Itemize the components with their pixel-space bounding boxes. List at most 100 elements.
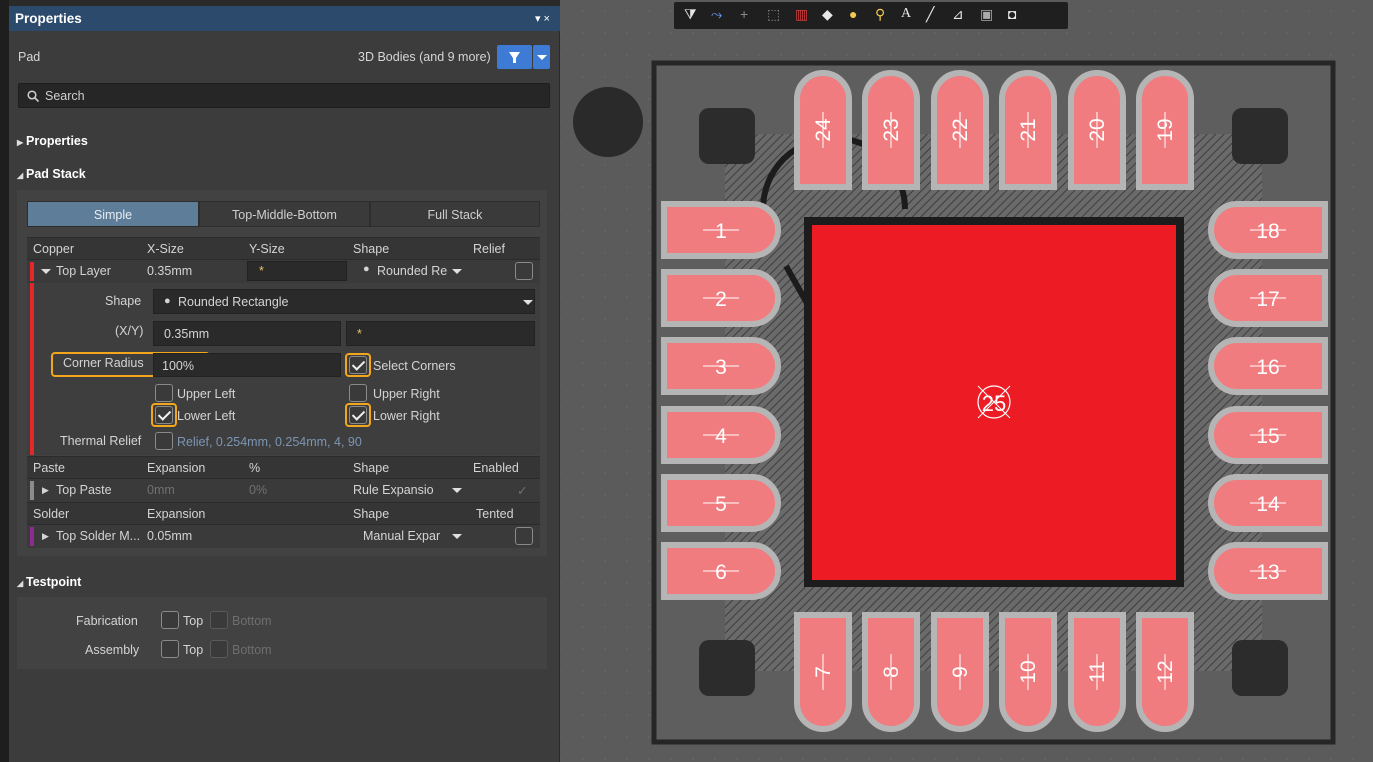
- line-icon[interactable]: ╱: [926, 6, 934, 23]
- eraser-icon[interactable]: ◆: [822, 6, 833, 23]
- filter-button[interactable]: [497, 45, 532, 69]
- upper-left-checkbox[interactable]: [155, 384, 173, 402]
- chevron-down-icon[interactable]: [452, 488, 462, 493]
- top-solder-row[interactable]: ▶ Top Solder M... 0.05mm Manual Expar: [27, 525, 540, 548]
- chevron-down-icon[interactable]: [452, 534, 462, 539]
- pcb-footprint-view[interactable]: 25 24 23 22 21 20 197 8 9 10 11 121234561817161514…: [561, 0, 1373, 762]
- tented-checkbox[interactable]: [515, 527, 533, 545]
- lower-right-checkbox[interactable]: [349, 406, 367, 424]
- via-icon[interactable]: ⚲: [875, 6, 885, 23]
- pad-14-label: 14: [1256, 493, 1280, 516]
- solder-color-swatch: [30, 527, 34, 546]
- chevron-down-icon[interactable]: [452, 269, 462, 274]
- search-icon: [27, 90, 39, 102]
- section-properties[interactable]: ▶ Properties: [17, 134, 88, 148]
- top-paste-percent: 0%: [249, 483, 268, 497]
- fabrication-bottom-checkbox[interactable]: [210, 611, 228, 629]
- thermal-relief-value[interactable]: Relief, 0.254mm, 0.254mm, 4, 90: [177, 435, 362, 449]
- top-layer-x-size[interactable]: 0.35mm: [147, 264, 192, 278]
- mode-full-stack[interactable]: Full Stack: [370, 201, 540, 227]
- mode-simple[interactable]: Simple: [27, 201, 199, 227]
- relief-checkbox[interactable]: [515, 262, 533, 280]
- top-layer-row[interactable]: Top Layer 0.35mm * ● Rounded Re: [27, 260, 540, 283]
- text-icon[interactable]: A: [901, 6, 911, 22]
- section-testpoint[interactable]: ◢ Testpoint: [17, 575, 81, 589]
- lower-left-label: Lower Left: [177, 409, 236, 423]
- corner-mark: [1232, 108, 1288, 164]
- pad-20-label: 20: [1086, 118, 1109, 141]
- pad-11-label: 11: [1086, 661, 1109, 683]
- pin1-marker: [573, 87, 643, 157]
- mode-top-middle-bottom[interactable]: Top-Middle-Bottom: [199, 201, 370, 227]
- corner-mark: [699, 108, 755, 164]
- cross-icon[interactable]: +: [740, 6, 748, 22]
- copper-table-header: Copper X-Size Y-Size Shape Relief: [27, 237, 540, 260]
- assembly-bottom-checkbox[interactable]: [210, 640, 228, 658]
- top-paste-shape[interactable]: Rule Expansio: [353, 483, 434, 497]
- center-pad-number: 25: [982, 391, 1006, 416]
- shape-select-value: Rounded Rectangle: [178, 295, 289, 309]
- filter-icon[interactable]: ⧩: [684, 6, 697, 23]
- pad-9-label: 9: [949, 666, 972, 678]
- pad-10-label: 10: [1017, 660, 1040, 683]
- select-rect-icon[interactable]: ⬚: [767, 6, 780, 23]
- pad-15-label: 15: [1256, 425, 1279, 448]
- expand-arrow-icon[interactable]: [41, 269, 51, 274]
- y-size-field[interactable]: *: [346, 321, 535, 346]
- fabrication-bottom-label: Bottom: [232, 614, 272, 628]
- fabrication-top-label: Top: [183, 614, 204, 628]
- region-icon[interactable]: ◘: [1008, 6, 1016, 22]
- x-size-field[interactable]: 0.35mm: [153, 321, 341, 346]
- chevron-down-icon: [523, 300, 533, 305]
- col-relief: Relief: [473, 242, 505, 256]
- top-layer-shape[interactable]: Rounded Re: [377, 264, 447, 278]
- pcb-canvas[interactable]: 25 24 23 22 21 20 19 7 8 9 10 11 12 1 2 3 4 5 6 18 17 16 15 14…: [561, 0, 1373, 762]
- object-kind-label: Pad: [18, 50, 41, 64]
- corner-radius-value: 100%: [162, 359, 194, 373]
- select-corners-checkbox[interactable]: [349, 356, 367, 374]
- lower-right-label: Lower Right: [373, 409, 440, 423]
- col-paste: Paste: [33, 461, 65, 475]
- shape-select[interactable]: ● Rounded Rectangle: [153, 289, 535, 314]
- assembly-top-checkbox[interactable]: [161, 640, 179, 658]
- corner-mark: [699, 640, 755, 696]
- fabrication-top-checkbox[interactable]: [161, 611, 179, 629]
- section-pad-stack[interactable]: ◢ Pad Stack: [17, 167, 86, 181]
- thermal-relief-checkbox[interactable]: [155, 432, 173, 450]
- upper-right-label: Upper Right: [373, 387, 440, 401]
- bar-chart-icon[interactable]: ▥: [795, 6, 808, 23]
- upper-right-checkbox[interactable]: [349, 384, 367, 402]
- top-solder-shape[interactable]: Manual Expar: [363, 529, 440, 543]
- top-layer-name: Top Layer: [56, 264, 111, 278]
- col-paste-shape: Shape: [353, 461, 390, 475]
- corner-radius-label: Corner Radius: [63, 356, 144, 370]
- filter-icon: [509, 52, 520, 63]
- panel-edge: [0, 0, 9, 762]
- x-size-value: 0.35mm: [164, 327, 210, 341]
- panel-window-controls[interactable]: ▾ ×: [535, 12, 550, 25]
- paste-table-header: Paste Expansion % Shape Enabled: [27, 456, 540, 479]
- dimension-icon[interactable]: ⊿: [952, 6, 964, 23]
- route-icon[interactable]: ⤳: [711, 6, 722, 23]
- col-tented: Tented: [476, 507, 514, 521]
- filter-dropdown-button[interactable]: [533, 45, 550, 69]
- top-paste-row[interactable]: ▶ Top Paste 0mm 0% Rule Expansio ✓: [27, 479, 540, 502]
- col-solder-expansion: Expansion: [147, 507, 206, 521]
- section-pad-stack-label: Pad Stack: [26, 167, 86, 181]
- corner-radius-field[interactable]: 100%: [153, 353, 341, 377]
- lower-left-checkbox[interactable]: [155, 406, 173, 424]
- component-icon[interactable]: ▣: [980, 6, 993, 23]
- shape-label: Shape: [105, 294, 142, 308]
- top-solder-expansion[interactable]: 0.05mm: [147, 529, 192, 543]
- layer-color-bar: [30, 283, 34, 455]
- col-percent: %: [249, 461, 261, 475]
- expand-arrow-icon[interactable]: ▶: [42, 485, 49, 496]
- section-testpoint-label: Testpoint: [26, 575, 82, 589]
- pad-icon[interactable]: ●: [849, 6, 857, 22]
- col-shape: Shape: [353, 242, 390, 256]
- search-input[interactable]: Search: [18, 83, 550, 108]
- col-expansion: Expansion: [147, 461, 206, 475]
- expand-arrow-icon[interactable]: ▶: [42, 531, 49, 542]
- pad-2-label: 2: [715, 288, 727, 311]
- top-paste-expansion: 0mm: [147, 483, 175, 497]
